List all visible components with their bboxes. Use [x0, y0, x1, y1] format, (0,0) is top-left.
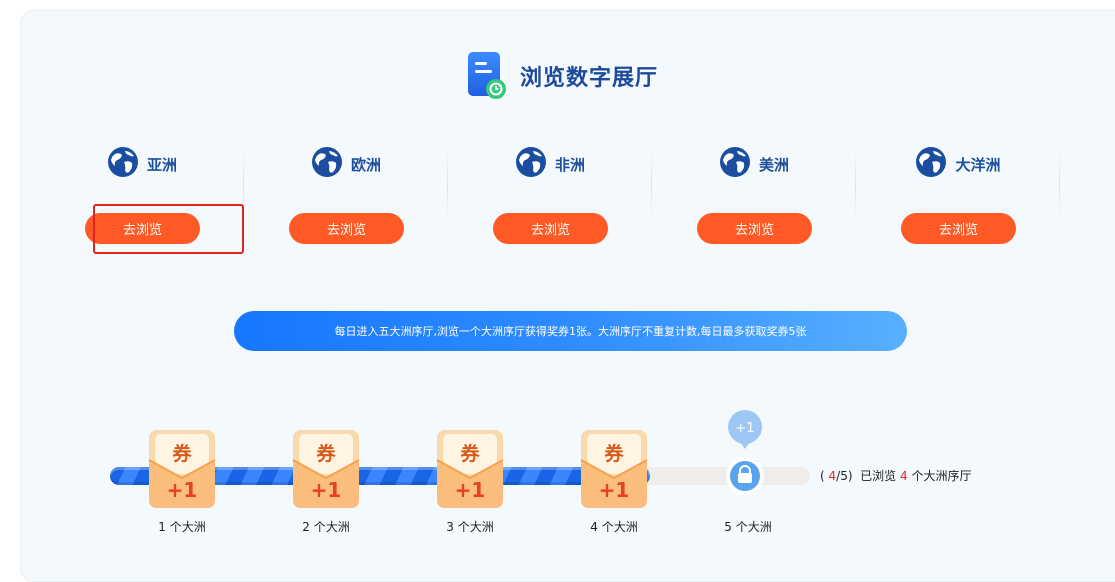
step-label: 2 个大洲 — [302, 520, 350, 534]
coupon-reward-text: +1 — [599, 478, 630, 502]
coupon-text: 券 — [459, 442, 480, 465]
step-label: 1 个大洲 — [158, 520, 206, 534]
coupon-text: 券 — [315, 442, 336, 465]
progress-suffix: 个大洲序厅 — [911, 469, 972, 483]
browse-americas-button[interactable]: 去浏览 — [697, 213, 812, 244]
browse-africa-button[interactable]: 去浏览 — [493, 213, 608, 244]
browse-oceania-button[interactable]: 去浏览 — [901, 213, 1016, 244]
globe-icon — [311, 146, 343, 182]
progress-summary: ( 4/5) 已浏览 4 个大洲序厅 — [820, 467, 971, 484]
continent-name: 大洋洲 — [955, 155, 1001, 174]
globe-icon — [719, 146, 751, 182]
continent-name: 美洲 — [758, 155, 789, 174]
coupon-reward-4: 券 +1 — [577, 430, 651, 510]
coupon-reward-3: 券 +1 — [433, 430, 507, 510]
browse-europe-button[interactable]: 去浏览 — [289, 213, 404, 244]
locked-reward-text: +1 — [735, 421, 754, 436]
coupon-reward-text: +1 — [311, 478, 342, 502]
coupon-reward-2: 券 +1 — [289, 430, 363, 510]
coupon-text: 券 — [603, 442, 624, 465]
coupon-reward-text: +1 — [167, 478, 198, 502]
continent-americas: 美洲 去浏览 — [652, 140, 856, 260]
coupon-reward-text: +1 — [455, 478, 486, 502]
continent-oceania: 大洋洲 去浏览 — [856, 140, 1060, 260]
globe-icon — [515, 146, 547, 182]
step-label: 4 个大洲 — [590, 520, 638, 534]
progress-open: ( — [820, 469, 825, 483]
progress-prefix: 已浏览 — [860, 469, 897, 483]
coupon-text: 券 — [171, 442, 192, 465]
panel-header: 浏览数字展厅 — [468, 52, 658, 100]
globe-icon — [915, 146, 947, 182]
progress-count: 4 — [900, 469, 908, 483]
page-title: 浏览数字展厅 — [520, 66, 659, 91]
locked-reward: +1 — [723, 408, 767, 498]
continent-name: 欧洲 — [350, 155, 381, 174]
continent-asia: 亚洲 去浏览 — [40, 140, 244, 260]
continent-name: 非洲 — [554, 155, 585, 174]
progress-current: 4 — [828, 469, 837, 483]
continent-africa: 非洲 去浏览 — [448, 140, 652, 260]
rules-notice-banner: 每日进入五大洲序厅,浏览一个大洲序厅获得奖券1张。大洲序厅不重复计数,每日最多获… — [234, 311, 907, 351]
browse-asia-button[interactable]: 去浏览 — [85, 213, 200, 244]
coupon-reward-1: 券 +1 — [145, 430, 219, 510]
globe-icon — [107, 146, 139, 182]
continent-europe: 欧洲 去浏览 — [244, 140, 448, 260]
divider — [1059, 150, 1060, 220]
step-label: 5 个大洲 — [724, 520, 772, 534]
progress-total: /5) — [836, 469, 853, 483]
step-label: 3 个大洲 — [446, 520, 494, 534]
continent-name: 亚洲 — [146, 155, 177, 174]
document-clock-icon — [468, 52, 508, 100]
